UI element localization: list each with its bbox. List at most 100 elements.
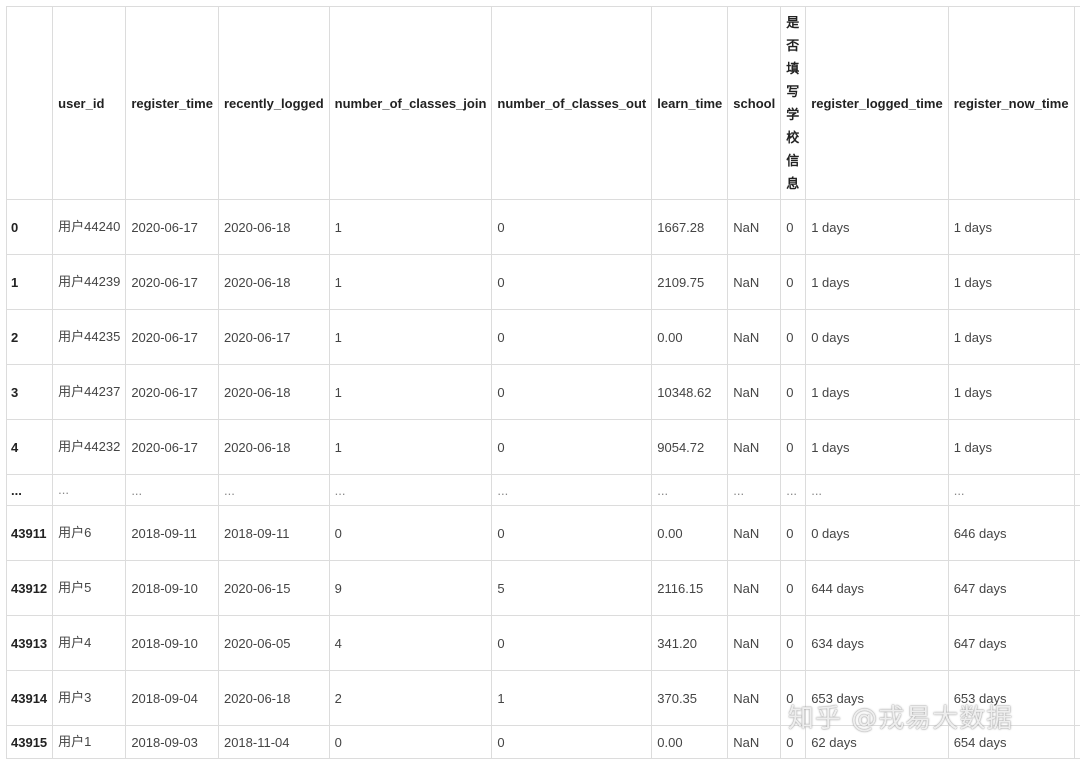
row-index: 0 xyxy=(5,199,54,255)
cell-school: NaN xyxy=(727,199,782,255)
cell-filled: ... xyxy=(780,474,807,506)
cell-register-time: 2020-06-17 xyxy=(125,419,219,475)
cell-join: 1 xyxy=(328,364,493,420)
cell-user-id: 用户1 xyxy=(52,725,127,759)
cell-logged-now-time: 647 days xyxy=(1073,560,1080,616)
cell-user-id: 用户44237 xyxy=(52,364,127,420)
cell-register-time: 2020-06-17 xyxy=(125,364,219,420)
cell-register-now-time: 646 days xyxy=(947,505,1075,561)
cell-filled: 0 xyxy=(780,560,807,616)
cell-logged-now-time: 1 days xyxy=(1073,364,1080,420)
cell-register-now-time: 1 days xyxy=(947,254,1075,310)
cell-register-logged-time: 1 days xyxy=(805,199,949,255)
cell-join: 9 xyxy=(328,560,493,616)
cell-recently-logged: ... xyxy=(217,474,330,506)
cell-recently-logged: 2020-06-18 xyxy=(217,670,330,726)
row-index: 4 xyxy=(5,419,54,475)
cell-register-now-time: 1 days xyxy=(947,199,1075,255)
cell-register-time: 2018-09-04 xyxy=(125,670,219,726)
cell-recently-logged: 2018-09-11 xyxy=(217,505,330,561)
cell-join: 0 xyxy=(328,725,493,759)
cell-school: NaN xyxy=(727,254,782,310)
cell-register-time: 2018-09-10 xyxy=(125,615,219,671)
cell-register-logged-time: 0 days xyxy=(805,309,949,365)
cell-register-time: 2020-06-17 xyxy=(125,309,219,365)
cell-logged-now-time: ... xyxy=(1073,474,1080,506)
cell-register-logged-time: 1 days xyxy=(805,364,949,420)
cell-user-id: 用户4 xyxy=(52,615,127,671)
cell-learn-time: ... xyxy=(651,474,729,506)
cell-learn-time: 2116.15 xyxy=(651,560,729,616)
row-index: ... xyxy=(5,474,54,506)
cell-out: 0 xyxy=(491,254,653,310)
cell-recently-logged: 2020-06-17 xyxy=(217,309,330,365)
cell-user-id: 用户44235 xyxy=(52,309,127,365)
col-header-register-logged-time: register_logged_time xyxy=(805,6,949,200)
cell-logged-now-time: 646 days xyxy=(1073,505,1080,561)
row-index: 3 xyxy=(5,364,54,420)
cell-logged-now-time: 1 days xyxy=(1073,309,1080,365)
col-header-logged-now-time: logged_now_time xyxy=(1073,6,1080,200)
cell-register-time: 2018-09-10 xyxy=(125,560,219,616)
row-index: 43914 xyxy=(5,670,54,726)
cell-learn-time: 341.20 xyxy=(651,615,729,671)
cell-join: 1 xyxy=(328,254,493,310)
cell-learn-time: 370.35 xyxy=(651,670,729,726)
cell-user-id: 用户44240 xyxy=(52,199,127,255)
cell-learn-time: 9054.72 xyxy=(651,419,729,475)
cell-learn-time: 2109.75 xyxy=(651,254,729,310)
row-index: 43915 xyxy=(5,725,54,759)
cell-school: NaN xyxy=(727,419,782,475)
cell-logged-now-time: 654 days xyxy=(1073,725,1080,759)
cell-user-id: 用户44232 xyxy=(52,419,127,475)
cell-learn-time: 0.00 xyxy=(651,725,729,759)
cell-user-id: 用户5 xyxy=(52,560,127,616)
cell-filled: 0 xyxy=(780,309,807,365)
cell-user-id: 用户3 xyxy=(52,670,127,726)
cell-recently-logged: 2020-06-05 xyxy=(217,615,330,671)
col-header-recently-logged: recently_logged xyxy=(217,6,330,200)
cell-logged-now-time: 1 days xyxy=(1073,199,1080,255)
cell-join: 0 xyxy=(328,505,493,561)
cell-join: 1 xyxy=(328,419,493,475)
cell-out: 5 xyxy=(491,560,653,616)
cell-register-time: 2018-09-03 xyxy=(125,725,219,759)
table-row: 2 用户44235 2020-06-17 2020-06-17 1 0 0.00 NaN 0 0 … xyxy=(5,309,1080,365)
cell-out: 0 xyxy=(491,615,653,671)
dataframe-screenshot: user_id register_time recently_logged nu… xyxy=(0,0,1080,760)
cell-register-logged-time: 0 days xyxy=(805,505,949,561)
table-row: 0 用户44240 2020-06-17 2020-06-18 1 0 1667.28 NaN… xyxy=(5,199,1080,255)
cell-logged-now-time: 1 days xyxy=(1073,419,1080,475)
col-header-classes-out: number_of_classes_out xyxy=(491,6,653,200)
cell-register-logged-time: 1 days xyxy=(805,419,949,475)
cell-join: 1 xyxy=(328,199,493,255)
col-header-register-time: register_time xyxy=(125,6,219,200)
cell-register-now-time: 1 days xyxy=(947,309,1075,365)
cell-out: 0 xyxy=(491,725,653,759)
table-row: 43912 用户5 2018-09-10 2020-06-15 9 5 2116.15 NaN… xyxy=(5,560,1080,616)
cell-register-logged-time: 644 days xyxy=(805,560,949,616)
cell-out: ... xyxy=(491,474,653,506)
cell-register-now-time: 1 days xyxy=(947,419,1075,475)
cell-school: NaN xyxy=(727,309,782,365)
dataframe-table: user_id register_time recently_logged nu… xyxy=(5,6,1080,759)
col-header-school: school xyxy=(727,6,782,200)
cell-school: ... xyxy=(727,474,782,506)
cell-register-time: ... xyxy=(125,474,219,506)
cell-user-id: ... xyxy=(52,474,127,506)
cell-filled: 0 xyxy=(780,254,807,310)
row-index: 2 xyxy=(5,309,54,365)
cell-register-now-time: ... xyxy=(947,474,1075,506)
cell-register-time: 2020-06-17 xyxy=(125,254,219,310)
cell-out: 0 xyxy=(491,505,653,561)
cell-register-time: 2020-06-17 xyxy=(125,199,219,255)
row-index: 43913 xyxy=(5,615,54,671)
cell-join: 2 xyxy=(328,670,493,726)
cell-recently-logged: 2020-06-18 xyxy=(217,419,330,475)
cell-out: 0 xyxy=(491,199,653,255)
index-header xyxy=(5,6,54,200)
cell-user-id: 用户44239 xyxy=(52,254,127,310)
table-body: 0 用户44240 2020-06-17 2020-06-18 1 0 1667.28 NaN… xyxy=(5,199,1080,759)
row-index: 1 xyxy=(5,254,54,310)
col-header-user-id: user_id xyxy=(52,6,127,200)
